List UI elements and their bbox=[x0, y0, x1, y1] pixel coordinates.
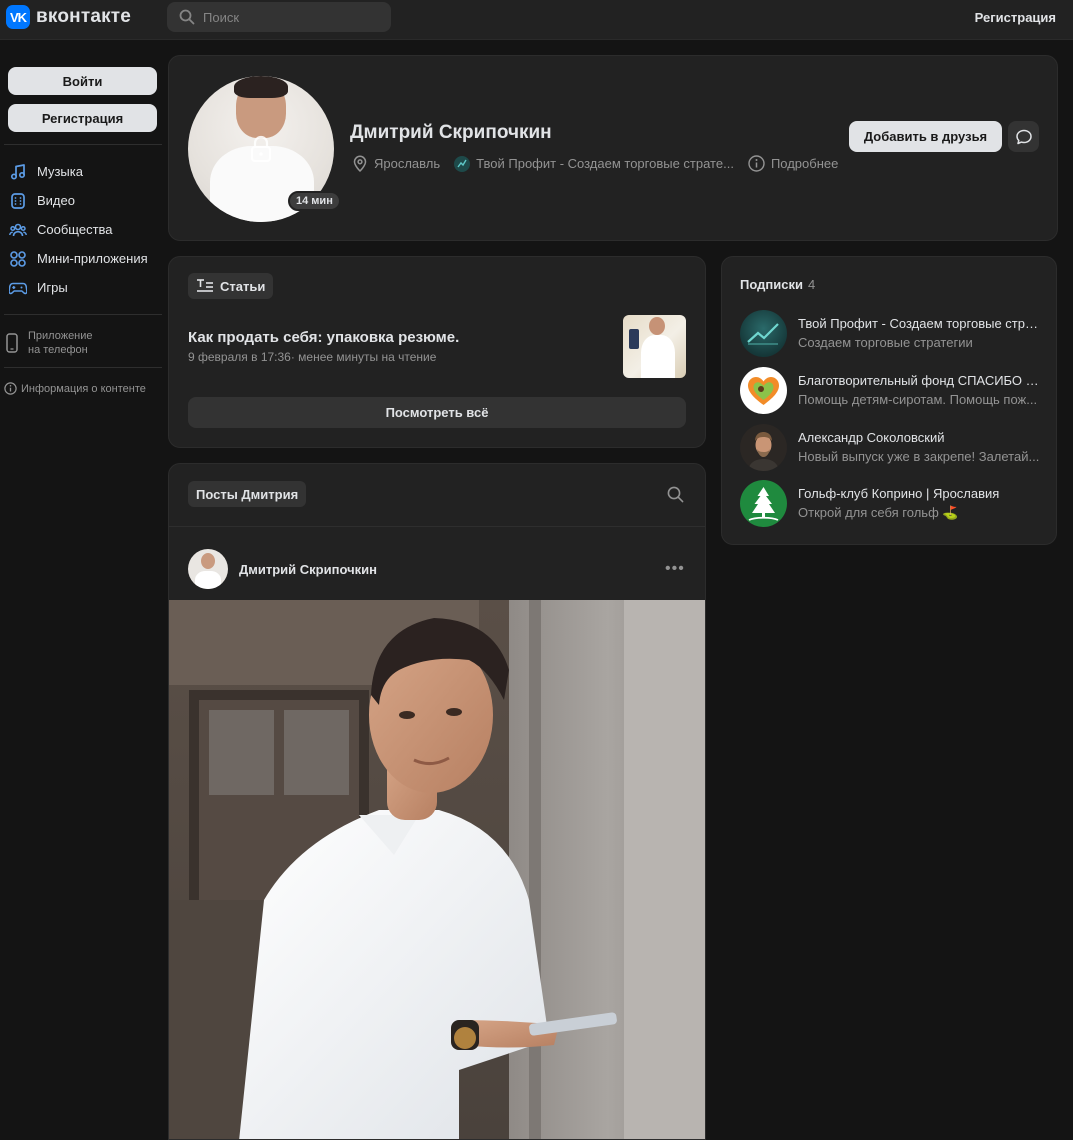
lock-icon bbox=[250, 135, 272, 163]
sidebar-item-label: Игры bbox=[37, 280, 68, 295]
sidebar-item-video[interactable]: Видео bbox=[0, 186, 162, 215]
sidebar-divider bbox=[4, 367, 162, 368]
sidebar-item-label: Видео bbox=[37, 193, 75, 208]
subscription-name: Александр Соколовский bbox=[798, 429, 945, 445]
subscription-name: Гольф-клуб Коприно | Ярославия bbox=[798, 485, 1000, 501]
article-meta: 9 февраля в 17:36· менее минуты на чтени… bbox=[188, 350, 437, 364]
articles-card: Статьи Как продать себя: упаковка резюме… bbox=[168, 256, 706, 448]
content-info-label: Информация о контенте bbox=[21, 382, 146, 395]
subscription-avatar bbox=[740, 309, 787, 357]
posts-divider bbox=[169, 526, 705, 527]
location-pin-icon bbox=[353, 155, 367, 172]
sidebar-item-communities[interactable]: Сообщества bbox=[0, 215, 162, 244]
post-author-name[interactable]: Дмитрий Скрипочкин bbox=[239, 562, 377, 577]
profile-header-card: 14 мин Дмитрий Скрипочкин Ярославль Твой… bbox=[168, 55, 1058, 241]
search-icon[interactable] bbox=[667, 486, 684, 503]
subscription-item[interactable]: Твой Профит - Создаем торговые стра... С… bbox=[740, 309, 1040, 357]
video-icon bbox=[11, 192, 25, 209]
article-thumbnail[interactable] bbox=[623, 315, 686, 378]
subscription-item[interactable]: Гольф-клуб Коприно | Ярославия Открой дл… bbox=[740, 479, 1040, 527]
message-button[interactable] bbox=[1008, 121, 1039, 152]
more-label: Подробнее bbox=[770, 156, 839, 171]
more-options-icon[interactable]: ••• bbox=[665, 561, 685, 577]
login-button[interactable]: Войти bbox=[8, 67, 157, 95]
sidebar-item-mini-apps[interactable]: Мини-приложения bbox=[0, 244, 162, 273]
post-photo-image bbox=[169, 600, 705, 1139]
profile-meta: Ярославль Твой Профит - Создаем торговые… bbox=[352, 155, 852, 172]
sidebar-item-label: Сообщества bbox=[37, 222, 113, 237]
message-icon bbox=[1015, 129, 1032, 144]
top-header: VK вконтакте Регистрация bbox=[0, 0, 1073, 40]
work-label: Твой Профит - Создаем торговые страте... bbox=[476, 156, 734, 171]
search-box[interactable] bbox=[167, 2, 391, 32]
app-link-line1: Приложение bbox=[28, 330, 93, 342]
register-button[interactable]: Регистрация bbox=[8, 104, 157, 132]
logo-text: вконтакте bbox=[36, 6, 132, 27]
tab-articles[interactable]: Статьи bbox=[188, 273, 274, 299]
sidebar-nav: Музыка Видео Сообщества Мини-приложения … bbox=[0, 157, 162, 302]
left-sidebar: Войти Регистрация Музыка Видео Сообществ… bbox=[0, 55, 162, 395]
post-author-avatar[interactable] bbox=[188, 549, 228, 589]
posts-card: Посты Дмитрия Дмитрий Скрипочкин ••• bbox=[168, 463, 706, 1140]
see-all-articles-button[interactable]: Посмотреть всё bbox=[188, 397, 686, 428]
sidebar-item-label: Музыка bbox=[37, 164, 83, 179]
profile-city: Ярославль bbox=[352, 155, 440, 172]
article-title[interactable]: Как продать себя: упаковка резюме. bbox=[188, 329, 459, 346]
subscription-name: Твой Профит - Создаем торговые стра... bbox=[798, 315, 1040, 331]
info-icon bbox=[4, 382, 17, 395]
sidebar-divider bbox=[4, 144, 162, 145]
content-info-link[interactable]: Информация о контенте bbox=[0, 382, 162, 395]
subscription-avatar bbox=[740, 423, 787, 471]
city-label: Ярославль bbox=[374, 156, 441, 171]
mobile-app-link[interactable]: Приложение на телефон bbox=[0, 329, 162, 357]
subscription-desc: Новый выпуск уже в закрепе! Залетай... bbox=[798, 448, 1040, 464]
add-friend-button[interactable]: Добавить в друзья bbox=[849, 121, 1002, 152]
app-link-line2: на телефон bbox=[28, 344, 88, 356]
post-photo[interactable] bbox=[169, 600, 705, 1139]
sidebar-item-games[interactable]: Игры bbox=[0, 273, 162, 302]
tab-posts[interactable]: Посты Дмитрия bbox=[188, 481, 307, 507]
sidebar-item-label: Мини-приложения bbox=[37, 251, 148, 266]
subscriptions-count: 4 bbox=[807, 277, 816, 292]
games-icon bbox=[9, 282, 27, 294]
sidebar-item-music[interactable]: Музыка bbox=[0, 157, 162, 186]
communities-icon bbox=[9, 223, 27, 236]
subscription-desc: Создаем торговые стратегии bbox=[798, 334, 973, 350]
vk-logo[interactable]: VK вконтакте bbox=[6, 5, 131, 29]
subscription-name: Благотворительный фонд СПАСИБО | ... bbox=[798, 372, 1040, 388]
vk-logo-icon: VK bbox=[6, 5, 30, 29]
articles-icon bbox=[197, 279, 213, 292]
sidebar-divider bbox=[4, 314, 162, 315]
mini-apps-icon bbox=[10, 250, 26, 267]
work-logo-icon bbox=[454, 155, 471, 172]
music-icon bbox=[10, 163, 26, 180]
phone-icon bbox=[6, 333, 18, 353]
profile-work[interactable]: Твой Профит - Создаем торговые страте... bbox=[454, 155, 734, 172]
subscription-desc: Открой для себя гольф ⛳ bbox=[798, 504, 959, 520]
search-icon bbox=[179, 9, 195, 25]
subscription-avatar bbox=[740, 366, 787, 414]
subscription-item[interactable]: Александр Соколовский Новый выпуск уже в… bbox=[740, 423, 1040, 471]
profile-name: Дмитрий Скрипочкин bbox=[350, 122, 552, 143]
tab-articles-label: Статьи bbox=[220, 278, 266, 294]
subscriptions-title: Подписки bbox=[740, 277, 803, 292]
tab-posts-label: Посты Дмитрия bbox=[196, 486, 299, 502]
subscription-item[interactable]: Благотворительный фонд СПАСИБО | ... Пом… bbox=[740, 366, 1040, 414]
subscription-avatar bbox=[740, 479, 787, 527]
subscriptions-header[interactable]: Подписки 4 bbox=[740, 277, 815, 292]
last-seen-badge: 14 мин bbox=[288, 191, 341, 211]
header-register-link[interactable]: Регистрация bbox=[975, 10, 1056, 25]
profile-more-link[interactable]: Подробнее bbox=[748, 155, 838, 172]
subscriptions-card: Подписки 4 Твой Профит - Создаем торговые… bbox=[721, 256, 1057, 545]
search-input[interactable] bbox=[203, 9, 373, 25]
info-icon bbox=[748, 155, 765, 172]
subscription-desc: Помощь детям-сиротам. Помощь пож... bbox=[798, 391, 1038, 407]
